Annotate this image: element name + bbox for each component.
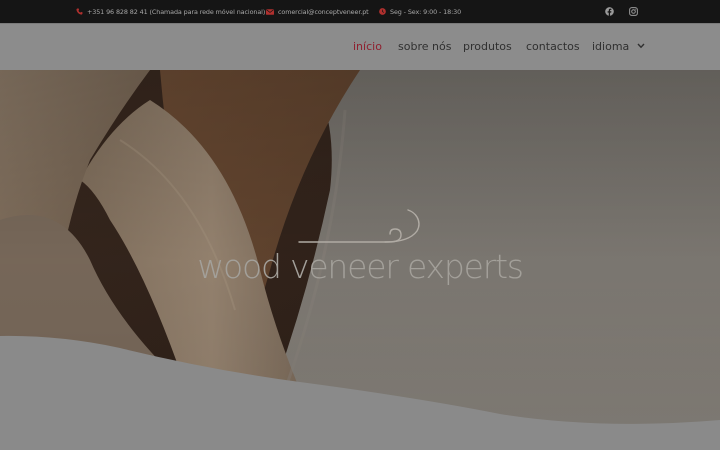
chevron-down-icon bbox=[637, 23, 645, 69]
email-contact[interactable]: comercial@conceptveneer.pt bbox=[266, 0, 369, 23]
site-header: início sobre nós produtos contactos idio… bbox=[0, 23, 720, 70]
nav-item-produtos[interactable]: produtos bbox=[463, 24, 512, 70]
hours-info: Seg - Sex: 9:00 - 18:30 bbox=[378, 0, 461, 23]
nav-item-idioma[interactable]: idioma bbox=[592, 24, 645, 70]
nav-item-sobre-nos[interactable]: sobre nós bbox=[398, 24, 451, 70]
hero-title: wood veneer experts bbox=[197, 247, 524, 286]
phone-icon bbox=[75, 8, 83, 16]
nav-item-contactos[interactable]: contactos bbox=[526, 24, 580, 70]
nav-item-idioma-label: idioma bbox=[592, 40, 630, 53]
envelope-icon bbox=[266, 8, 274, 16]
hours-text: Seg - Sex: 9:00 - 18:30 bbox=[390, 7, 462, 16]
wave-logo-icon bbox=[298, 209, 420, 243]
instagram-icon[interactable] bbox=[628, 0, 638, 23]
phone-text: +351 96 828 82 41 (Chamada para rede móv… bbox=[87, 7, 266, 16]
top-bar: +351 96 828 82 41 (Chamada para rede móv… bbox=[0, 0, 720, 23]
nav-item-inicio[interactable]: início bbox=[353, 24, 382, 70]
email-text: comercial@conceptveneer.pt bbox=[278, 7, 369, 16]
clock-icon bbox=[378, 8, 386, 16]
hero-banner: wood veneer experts bbox=[0, 70, 720, 450]
facebook-icon[interactable] bbox=[604, 0, 614, 23]
phone-contact[interactable]: +351 96 828 82 41 (Chamada para rede móv… bbox=[75, 0, 265, 23]
